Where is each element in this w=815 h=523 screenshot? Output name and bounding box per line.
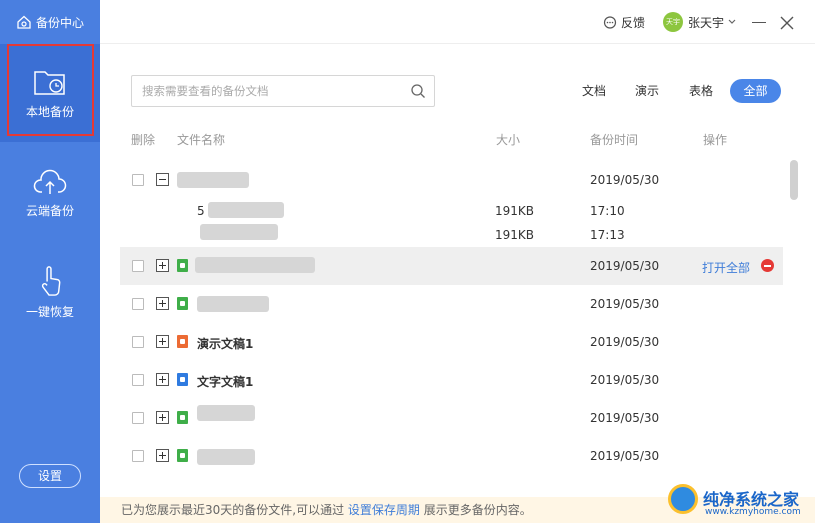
backup-date: 2019/05/30 — [590, 373, 660, 387]
backup-date: 2019/05/30 — [590, 173, 660, 187]
redacted-filename — [195, 257, 315, 273]
backup-date: 2019/05/30 — [590, 411, 660, 425]
watermark-logo: 纯净系统之家 www.kzmyhome.com — [668, 480, 815, 523]
watermark-url: www.kzmyhome.com — [705, 507, 801, 517]
expand-toggle[interactable] — [156, 449, 169, 462]
file-size: 191KB — [495, 204, 535, 218]
delete-icon[interactable] — [761, 259, 774, 272]
row-checkbox[interactable] — [132, 260, 144, 272]
table-row[interactable]: 2019/05/30 — [120, 161, 783, 199]
close-icon[interactable] — [778, 14, 796, 32]
redacted-filename — [197, 296, 269, 312]
redacted-filename — [177, 172, 249, 188]
table-row[interactable]: 文字文稿1 2019/05/30 — [120, 361, 783, 399]
sidebar-item-cloud-backup[interactable]: 云端备份 — [0, 168, 100, 224]
file-name: 演示文稿1 — [197, 337, 254, 351]
chat-bubble-icon — [603, 15, 617, 29]
sidebar-item-label: 一键恢复 — [25, 305, 74, 319]
notice-text-tail: 展示更多备份内容。 — [423, 503, 532, 517]
backup-date: 2019/05/30 — [590, 297, 660, 311]
cloud-upload-icon — [33, 169, 67, 194]
brand-title: 备份中心 — [36, 15, 85, 30]
spreadsheet-file-icon — [177, 449, 188, 462]
child-row[interactable]: 191KB 17:13 — [120, 223, 783, 247]
spreadsheet-file-icon — [177, 411, 188, 424]
header-delete: 删除 — [131, 133, 156, 147]
open-all-link[interactable]: 打开全部 — [702, 259, 750, 276]
search-icon[interactable] — [410, 83, 426, 99]
row-checkbox[interactable] — [132, 336, 144, 348]
file-name: 文字文稿1 — [197, 375, 254, 389]
highlight-frame — [7, 44, 94, 136]
row-checkbox[interactable] — [132, 298, 144, 310]
expand-toggle[interactable] — [156, 297, 169, 310]
notice-text: 已为您展示最近30天的备份文件,可以通过 — [121, 503, 345, 517]
header-size: 大小 — [496, 133, 521, 147]
table-row[interactable]: 2019/05/30 — [120, 399, 783, 437]
table-row[interactable]: 2019/05/30 — [120, 437, 783, 475]
row-checkbox[interactable] — [132, 450, 144, 462]
search-box — [131, 75, 435, 107]
filter-presentations[interactable]: 演示 — [633, 80, 661, 102]
backup-date: 2019/05/30 — [590, 259, 660, 273]
row-checkbox[interactable] — [132, 174, 144, 186]
feedback-label: 反馈 — [621, 16, 646, 30]
backup-center-window: 备份中心 本地备份 云端备份 一键恢复 设置 反馈 天宇 张天宇 搜索需要查看的… — [0, 0, 815, 523]
file-size: 191KB — [495, 228, 535, 242]
backup-date: 2019/05/30 — [590, 335, 660, 349]
child-file-name: 5 — [197, 204, 205, 218]
header-action: 操作 — [703, 133, 728, 147]
backup-date: 2019/05/30 — [590, 449, 660, 463]
redacted-filename — [197, 405, 255, 421]
table-row[interactable]: 演示文稿1 2019/05/30 — [120, 323, 783, 361]
minimize-button[interactable] — [752, 22, 766, 23]
redacted-filename — [208, 202, 284, 218]
row-checkbox[interactable] — [132, 412, 144, 424]
sidebar-item-one-click-restore[interactable]: 一键恢复 — [0, 264, 100, 320]
set-retention-link[interactable]: 设置保存周期 — [348, 503, 420, 517]
search-input[interactable] — [142, 82, 402, 100]
brand: 备份中心 — [0, 0, 100, 44]
header-backup-time: 备份时间 — [590, 133, 639, 147]
filter-all[interactable]: 全部 — [730, 79, 781, 103]
backup-time: 17:13 — [590, 228, 625, 242]
sidebar: 备份中心 本地备份 云端备份 一键恢复 设置 — [0, 0, 100, 523]
filter-documents[interactable]: 文档 — [580, 80, 608, 102]
header-name: 文件名称 — [177, 133, 226, 147]
avatar: 天宇 — [663, 12, 683, 32]
backup-home-icon — [17, 15, 31, 29]
expand-toggle[interactable] — [156, 411, 169, 424]
expand-toggle[interactable] — [156, 335, 169, 348]
backup-time: 17:10 — [590, 204, 625, 218]
filter-spreadsheets[interactable]: 表格 — [687, 80, 715, 102]
feedback-button[interactable]: 反馈 — [603, 14, 645, 31]
table-row[interactable]: 2019/05/30 — [120, 285, 783, 323]
expand-toggle[interactable] — [156, 373, 169, 386]
tap-hand-icon — [41, 266, 61, 296]
document-file-icon — [177, 373, 188, 386]
spreadsheet-file-icon — [177, 259, 188, 272]
spreadsheet-file-icon — [177, 297, 188, 310]
watermark-icon — [668, 484, 698, 514]
redacted-filename — [200, 224, 278, 240]
user-menu[interactable]: 天宇 张天宇 — [663, 12, 736, 32]
presentation-file-icon — [177, 335, 188, 348]
chevron-down-icon — [728, 19, 736, 24]
scrollbar[interactable] — [790, 160, 798, 200]
child-row[interactable]: 5 191KB 17:10 — [120, 199, 783, 223]
expand-toggle[interactable] — [156, 259, 169, 272]
sidebar-item-label: 云端备份 — [25, 204, 74, 218]
table-row-selected[interactable]: 2019/05/30 打开全部 — [120, 247, 783, 285]
redacted-filename — [197, 449, 255, 465]
collapse-toggle[interactable] — [156, 173, 169, 186]
title-bar: 反馈 天宇 张天宇 — [100, 0, 815, 44]
settings-button[interactable]: 设置 — [19, 464, 81, 488]
username: 张天宇 — [688, 15, 725, 30]
sidebar-item-local-backup[interactable]: 本地备份 — [0, 44, 100, 142]
row-checkbox[interactable] — [132, 374, 144, 386]
